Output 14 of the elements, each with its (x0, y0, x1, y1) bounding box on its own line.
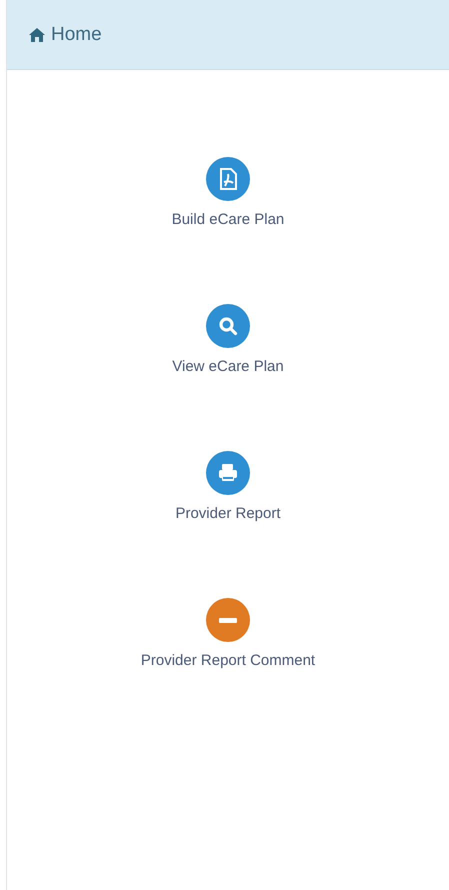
action-link[interactable]: Provider Report Comment (140, 652, 316, 669)
action-button[interactable] (206, 304, 250, 348)
home-icon (29, 28, 45, 42)
action-button[interactable] (206, 451, 250, 495)
action-link[interactable]: Build eCare Plan (172, 211, 284, 228)
action-button[interactable] (206, 157, 250, 201)
action-link[interactable]: View eCare Plan (172, 358, 284, 375)
action-button[interactable] (206, 598, 250, 642)
action-link[interactable]: Provider Report (175, 505, 281, 522)
search-icon (219, 317, 238, 336)
page-title: Home (51, 24, 102, 46)
printer-icon (218, 464, 237, 481)
document-icon (220, 168, 237, 190)
minus-icon (218, 618, 237, 623)
